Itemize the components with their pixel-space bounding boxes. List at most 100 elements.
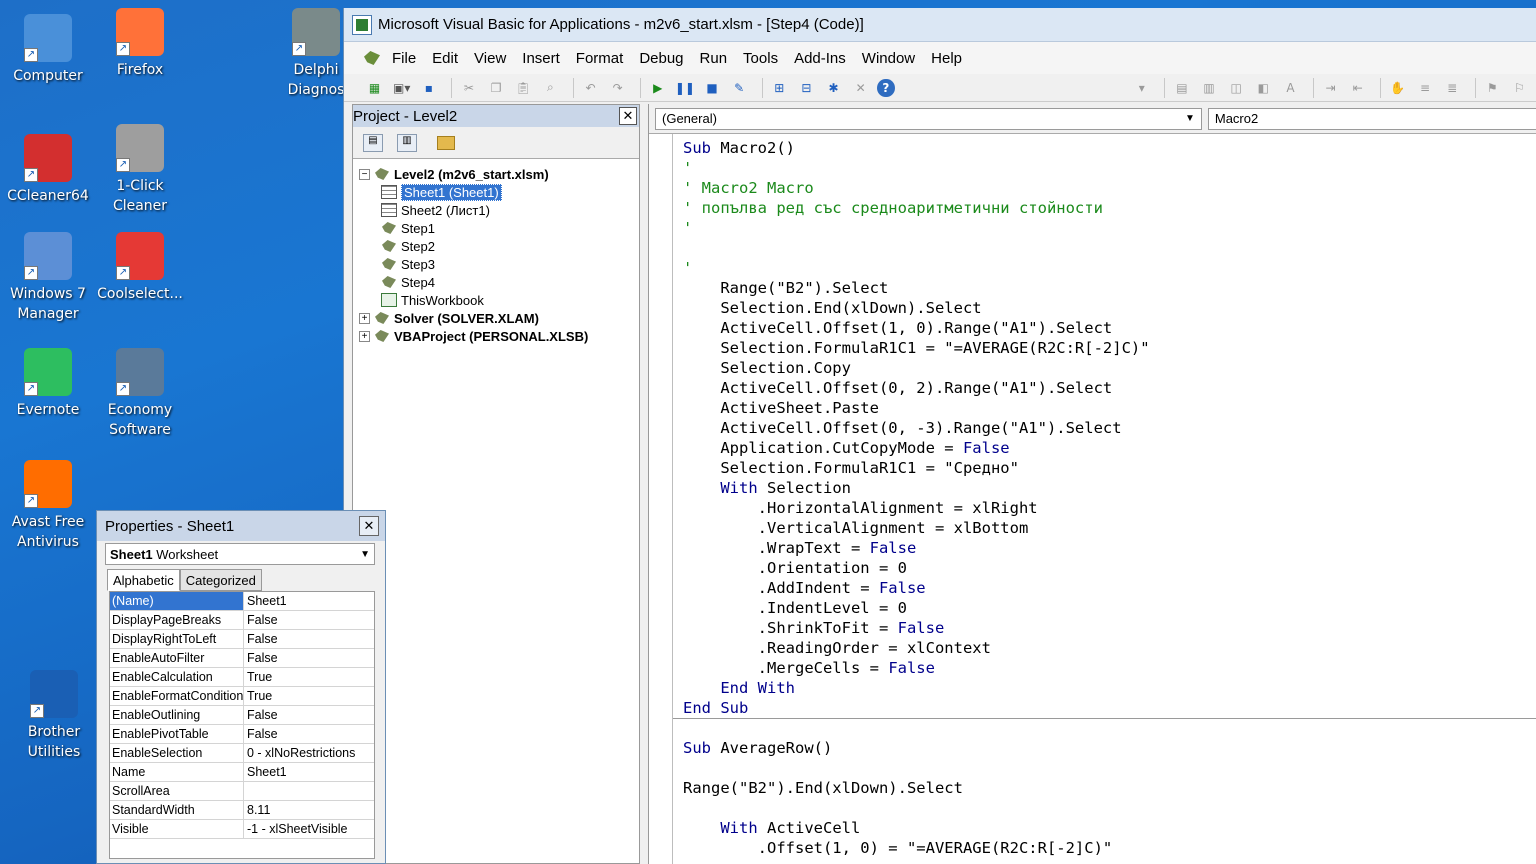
object-dropdown[interactable]: (General) ▼ <box>655 107 1202 130</box>
properties-title-bar[interactable]: Properties - Sheet1 ✕ <box>97 511 385 541</box>
property-row[interactable]: Name Sheet1 <box>110 763 374 782</box>
property-row[interactable]: EnableCalculation True <box>110 668 374 687</box>
view-object-icon[interactable]: ▥ <box>397 133 417 152</box>
menu-file[interactable]: File <box>392 50 416 67</box>
help-icon[interactable]: ? <box>877 78 895 97</box>
uncomment-block-icon[interactable]: ≣ <box>1442 77 1463 99</box>
property-row[interactable]: EnablePivotTable False <box>110 725 374 744</box>
desktop-icon[interactable]: ↗ Coolselect... <box>92 232 188 304</box>
property-value[interactable]: Sheet1 <box>244 763 374 781</box>
property-row[interactable]: EnableOutlining False <box>110 706 374 725</box>
tree-node[interactable]: Step4 <box>359 273 639 291</box>
tree-node[interactable]: + VBAProject (PERSONAL.XLSB) <box>359 327 639 345</box>
indent-icon[interactable]: ⇥ <box>1320 77 1341 99</box>
cut-icon[interactable]: ✂ <box>458 77 479 99</box>
tree-node[interactable]: Step1 <box>359 219 639 237</box>
copy-icon[interactable]: ❐ <box>486 77 507 99</box>
property-row[interactable]: DisplayPageBreaks False <box>110 611 374 630</box>
desktop-icon[interactable]: ↗ CCleaner64 <box>0 134 96 206</box>
property-row[interactable]: EnableFormatConditionsCalculationTrue <box>110 687 374 706</box>
expand-icon[interactable]: + <box>359 330 370 342</box>
tree-node[interactable]: Sheet1 (Sheet1) <box>359 183 639 201</box>
property-value[interactable] <box>244 782 374 800</box>
vba-project-icon[interactable] <box>362 47 384 69</box>
redo-icon[interactable]: ↷ <box>607 77 628 99</box>
desktop-icon[interactable]: ↗ 1-Click Cleaner <box>92 124 188 216</box>
property-row[interactable]: EnableAutoFilter False <box>110 649 374 668</box>
undo-icon[interactable]: ↶ <box>580 77 601 99</box>
property-row[interactable]: EnableSelection 0 - xlNoRestrictions <box>110 744 374 763</box>
complete-word-icon[interactable]: A <box>1280 77 1301 99</box>
property-value[interactable]: False <box>244 725 374 743</box>
toggle-bookmark-icon[interactable]: ⚑ <box>1482 77 1503 99</box>
find-icon[interactable]: ⌕ <box>540 77 561 99</box>
object-selector[interactable]: Sheet1 Worksheet ▼ <box>105 543 375 565</box>
procedure-dropdown[interactable]: Macro2 <box>1207 107 1536 130</box>
desktop-icon[interactable]: ↗ Economy Software <box>92 348 188 440</box>
property-value[interactable]: True <box>244 687 374 705</box>
tab-categorized[interactable]: Categorized <box>179 569 262 591</box>
insert-userform-icon[interactable]: ▣▾ <box>391 77 412 99</box>
menu-window[interactable]: Window <box>862 50 915 67</box>
property-row[interactable]: Visible -1 - xlSheetVisible <box>110 820 374 839</box>
menu-format[interactable]: Format <box>576 50 624 67</box>
quick-info-icon[interactable]: ◫ <box>1226 77 1247 99</box>
collapse-icon[interactable]: − <box>359 168 370 180</box>
title-bar[interactable]: Microsoft Visual Basic for Applications … <box>344 8 1536 42</box>
desktop-icon[interactable]: ↗ Firefox <box>92 8 188 80</box>
menu-edit[interactable]: Edit <box>432 50 458 67</box>
menu-tools[interactable]: Tools <box>743 50 778 67</box>
close-icon[interactable]: ✕ <box>359 516 379 536</box>
tree-node[interactable]: Step2 <box>359 237 639 255</box>
property-row[interactable]: ScrollArea <box>110 782 374 801</box>
property-value[interactable]: 8.11 <box>244 801 374 819</box>
save-icon[interactable]: ▪ <box>418 77 439 99</box>
paste-icon[interactable]: 📋︎ <box>513 77 534 99</box>
property-value[interactable]: Sheet1 <box>244 592 374 610</box>
menu-run[interactable]: Run <box>700 50 728 67</box>
margin-indicator-bar[interactable] <box>649 134 673 864</box>
parameter-info-icon[interactable]: ◧ <box>1253 77 1274 99</box>
view-code-icon[interactable]: ▤ <box>363 133 383 152</box>
menu-debug[interactable]: Debug <box>639 50 683 67</box>
list-properties-icon[interactable]: ▤ <box>1171 77 1192 99</box>
code-editor[interactable]: Sub Macro2() ' ' Macro2 Macro ' попълва ред… <box>673 134 1536 864</box>
object-browser-icon[interactable]: ✱ <box>823 77 844 99</box>
project-explorer-icon[interactable]: ⊞ <box>769 77 790 99</box>
close-icon[interactable]: ✕ <box>619 107 637 125</box>
property-row[interactable]: DisplayRightToLeft False <box>110 630 374 649</box>
desktop-icon[interactable]: ↗ Brother Utilities <box>6 670 102 762</box>
property-row[interactable]: StandardWidth 8.11 <box>110 801 374 820</box>
property-row[interactable]: (Name) Sheet1 <box>110 592 374 611</box>
break-icon[interactable]: ❚❚ <box>674 77 695 99</box>
tab-alphabetic[interactable]: Alphabetic <box>107 569 180 591</box>
property-value[interactable]: False <box>244 611 374 629</box>
property-value[interactable]: -1 - xlSheetVisible <box>244 820 374 838</box>
property-value[interactable]: 0 - xlNoRestrictions <box>244 744 374 762</box>
menu-help[interactable]: Help <box>931 50 962 67</box>
tree-node[interactable]: + Solver (SOLVER.XLAM) <box>359 309 639 327</box>
property-value[interactable]: True <box>244 668 374 686</box>
comment-block-icon[interactable]: ≡ <box>1414 77 1435 99</box>
outdent-icon[interactable]: ⇤ <box>1347 77 1368 99</box>
view-excel-icon[interactable]: ▦ <box>364 77 385 99</box>
reset-icon[interactable]: ■ <box>701 77 722 99</box>
desktop-icon[interactable]: ↗ Computer <box>0 14 96 86</box>
tree-node[interactable]: Step3 <box>359 255 639 273</box>
menu-insert[interactable]: Insert <box>522 50 560 67</box>
list-constants-icon[interactable]: ▥ <box>1198 77 1219 99</box>
toggle-folders-icon[interactable] <box>437 135 455 150</box>
desktop-icon[interactable]: ↗ Windows 7 Manager <box>0 232 96 324</box>
menu-addins[interactable]: Add-Ins <box>794 50 846 67</box>
project-explorer-title[interactable]: Project - Level2 ✕ <box>353 105 639 127</box>
properties-window-icon[interactable]: ⊟ <box>796 77 817 99</box>
desktop-icon[interactable]: ↗ Avast Free Antivirus <box>0 460 96 552</box>
property-value[interactable]: False <box>244 706 374 724</box>
tree-node[interactable]: Sheet2 (Лист1) <box>359 201 639 219</box>
desktop-icon[interactable]: ↗ Evernote <box>0 348 96 420</box>
design-mode-icon[interactable]: ✎ <box>729 77 750 99</box>
toolbox-icon[interactable]: ✕ <box>850 77 871 99</box>
menu-view[interactable]: View <box>474 50 506 67</box>
property-value[interactable]: False <box>244 630 374 648</box>
run-icon[interactable]: ▶ <box>647 77 668 99</box>
